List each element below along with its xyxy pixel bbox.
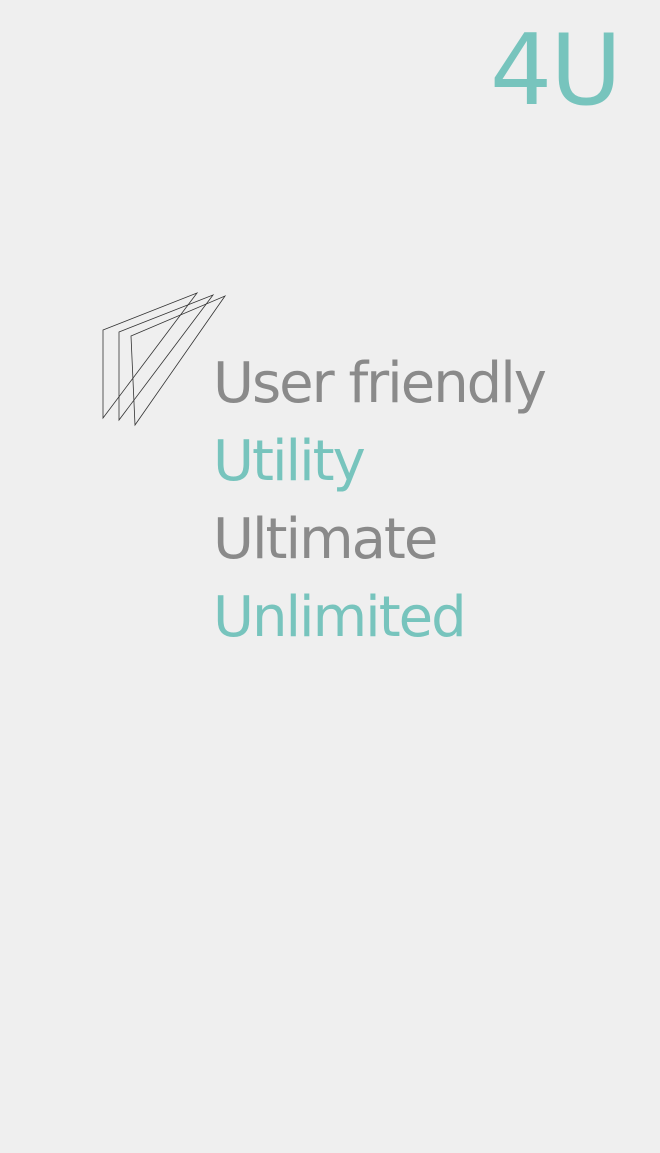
tagline-utility: Utility: [213, 429, 366, 494]
tagline-ultimate: Ultimate: [213, 507, 438, 572]
tagline-list: User friendly Utility Ultimate Unlimited: [213, 345, 547, 657]
brand-logo: 4U: [489, 14, 622, 128]
tagline-unlimited: Unlimited: [213, 585, 467, 650]
splash-screen: { "brand": { "logo_text": "4U", "logo_ic…: [0, 0, 660, 1153]
triangle-outline-3: [130, 295, 227, 427]
triangle-outline-2: [118, 294, 215, 422]
triangle-outline-1: [102, 292, 199, 420]
stacked-triangles-icon: [102, 292, 227, 427]
tagline-user-friendly: User friendly: [213, 351, 547, 416]
triangle-outlines: [102, 292, 227, 427]
